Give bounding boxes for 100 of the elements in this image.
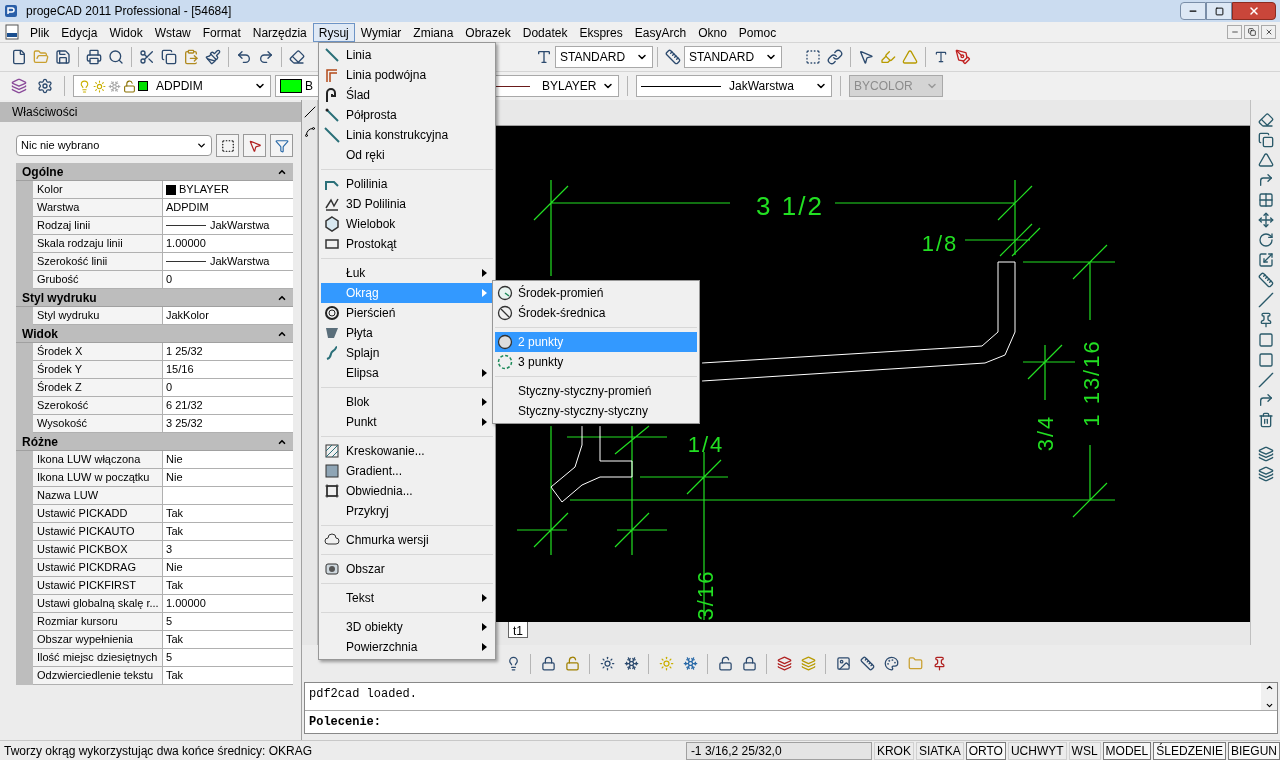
menu-item[interactable]: Plik — [24, 22, 56, 42]
property-value[interactable]: 1.00000 — [163, 595, 293, 613]
select-objects-button[interactable] — [216, 134, 239, 157]
menu-item[interactable]: Płyta — [321, 323, 493, 343]
section-header[interactable]: Styl wydruku — [16, 289, 293, 307]
menu-item[interactable]: Łuk — [321, 263, 493, 283]
property-value[interactable]: Tak — [163, 577, 293, 595]
dimension-style-dropdown[interactable]: STANDARD — [684, 46, 782, 68]
property-value[interactable]: 5 — [163, 649, 293, 667]
menu-item[interactable]: Narzędzia — [246, 22, 313, 42]
property-value[interactable]: 0 — [163, 379, 293, 397]
property-value[interactable]: Nie — [163, 559, 293, 577]
filter-button[interactable] — [270, 134, 293, 157]
status-toggle[interactable]: UCHWYT — [1007, 741, 1067, 760]
property-value[interactable]: 3 — [163, 541, 293, 559]
property-value[interactable]: Tak — [163, 631, 293, 649]
menu-item[interactable]: Pomoc — [732, 22, 783, 42]
property-value[interactable]: 3 25/32 — [163, 415, 293, 433]
menu-item[interactable]: Format — [196, 22, 247, 42]
menu-item[interactable]: Ekspres — [573, 22, 629, 42]
close-button[interactable] — [1232, 2, 1276, 20]
lineweight-dropdown[interactable]: JakWarstwa — [636, 75, 832, 97]
menu-item[interactable]: Splajn — [321, 343, 493, 363]
menu-item[interactable]: Punkt — [321, 412, 493, 432]
menu-item[interactable]: Przykryj — [321, 501, 493, 521]
menu-item[interactable]: 3D obiekty — [321, 617, 493, 637]
command-input[interactable]: Polecenie: — [305, 711, 1277, 733]
section-header[interactable]: Widok — [16, 325, 293, 343]
menu-item[interactable]: Chmurka wersji — [321, 530, 493, 550]
status-toggle[interactable]: KROK — [873, 741, 914, 760]
menu-item[interactable]: EasyArch — [628, 22, 693, 42]
property-value[interactable]: 1 25/32 — [163, 343, 293, 361]
app-logo-icon — [4, 4, 18, 18]
property-value[interactable]: 15/16 — [163, 361, 293, 379]
menu-item[interactable]: Okno — [692, 22, 733, 42]
menu-item[interactable]: Prostokąt — [321, 234, 493, 254]
menu-item[interactable]: Powierzchnia — [321, 637, 493, 657]
menu-item[interactable]: Widok — [103, 22, 149, 42]
dimension-text: 3/4 — [1033, 414, 1058, 452]
menu-item[interactable]: Środek-promień — [495, 283, 697, 303]
property-value[interactable]: JakWarstwa — [163, 217, 293, 235]
menu-item[interactable]: Kreskowanie... — [321, 441, 493, 461]
section-header[interactable]: Różne — [16, 433, 293, 451]
maximize-button[interactable] — [1206, 2, 1232, 20]
property-value[interactable]: Nie — [163, 451, 293, 469]
status-toggle[interactable]: ORTO — [965, 741, 1006, 760]
menu-item[interactable]: Elipsa — [321, 363, 493, 383]
menu-item[interactable]: Dodatek — [516, 22, 574, 42]
property-label: Ilość miejsc dziesiętnych — [33, 649, 163, 667]
menu-item[interactable]: Linia konstrukcyjna — [321, 125, 493, 145]
menu-item[interactable]: Styczny-styczny-promień — [495, 381, 697, 401]
menu-item[interactable]: Polilinia — [321, 174, 493, 194]
menu-item[interactable]: Wymiar — [354, 22, 408, 42]
menu-item[interactable]: Wstaw — [148, 22, 197, 42]
menu-item[interactable]: Styczny-styczny-styczny — [495, 401, 697, 421]
property-value[interactable]: Tak — [163, 523, 293, 541]
menu-item[interactable]: Edycja — [55, 22, 104, 42]
status-toggle[interactable]: MODEL — [1102, 741, 1152, 760]
scrollbar[interactable] — [1261, 683, 1277, 710]
menu-item[interactable]: Obrazek — [459, 22, 517, 42]
status-toggle[interactable]: ŚLEDZENIE — [1153, 741, 1226, 760]
menu-item[interactable]: Półprosta — [321, 105, 493, 125]
property-value[interactable]: BYLAYER — [163, 181, 293, 199]
layer-dropdown[interactable]: ADPDIM — [73, 75, 271, 97]
property-value[interactable]: Tak — [163, 667, 293, 685]
property-value[interactable]: 0 — [163, 271, 293, 289]
property-value[interactable]: 5 — [163, 613, 293, 631]
menu-item[interactable]: Od ręki — [321, 145, 493, 165]
menu-item[interactable]: Wielobok — [321, 214, 493, 234]
menu-item[interactable]: Gradient... — [321, 461, 493, 481]
menu-item[interactable]: Obszar — [321, 559, 493, 579]
property-value[interactable]: JakWarstwa — [163, 253, 293, 271]
menu-item[interactable]: Obwiednia... — [321, 481, 493, 501]
menu-item[interactable]: Linia — [321, 45, 493, 65]
property-value[interactable]: JakKolor — [163, 307, 293, 325]
pick-button[interactable] — [243, 134, 266, 157]
menu-item[interactable]: 3D Polilinia — [321, 194, 493, 214]
property-value[interactable]: Tak — [163, 505, 293, 523]
status-toggle[interactable]: BIEGUN — [1228, 741, 1280, 760]
menu-item[interactable]: Blok — [321, 392, 493, 412]
property-value[interactable]: 1.00000 — [163, 235, 293, 253]
layout-tab[interactable]: t1 — [508, 622, 528, 638]
menu-item[interactable]: Zmiana — [407, 22, 460, 42]
selection-dropdown[interactable]: Nic nie wybrano — [16, 135, 212, 156]
document-restore-button[interactable] — [1244, 25, 1259, 39]
property-value[interactable]: ADPDIM — [163, 199, 293, 217]
section-header[interactable]: Ogólne — [16, 163, 293, 181]
spline-icon — [303, 126, 316, 138]
minimize-button[interactable] — [1180, 2, 1206, 20]
status-toggle[interactable]: SIATKA — [915, 741, 964, 760]
status-toggle[interactable]: WSL — [1068, 741, 1101, 760]
property-value[interactable]: Nie — [163, 469, 293, 487]
menu-item[interactable]: Tekst — [321, 588, 493, 608]
menu-item[interactable]: Środek-średnica — [495, 303, 697, 323]
property-value[interactable]: 6 21/32 — [163, 397, 293, 415]
menu-item[interactable]: 3 punkty — [495, 352, 697, 372]
menu-item[interactable]: Rysuj — [312, 22, 355, 42]
menu-item[interactable]: Pierścień — [321, 303, 493, 323]
text-style-dropdown[interactable]: STANDARD — [555, 46, 653, 68]
document-close-button[interactable] — [1261, 25, 1276, 39]
